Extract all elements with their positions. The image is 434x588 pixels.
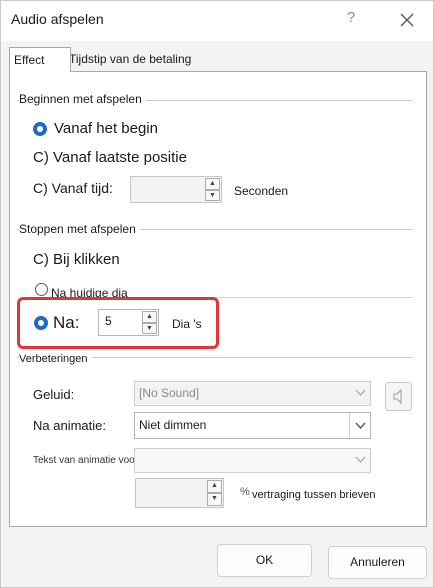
- letter-delay-down-button[interactable]: ▼: [207, 493, 222, 506]
- tab-effect[interactable]: Effect: [9, 47, 71, 72]
- letter-delay-suffix: vertraging tussen brieven: [252, 489, 376, 501]
- sound-volume-button[interactable]: [385, 382, 412, 411]
- option-from-time[interactable]: C) Vanaf tijd:: [33, 180, 113, 196]
- start-time-down-button[interactable]: ▼: [205, 189, 220, 201]
- animate-text-dropdown[interactable]: [134, 448, 371, 473]
- option-on-click[interactable]: C) Bij klikken: [33, 251, 120, 268]
- option-from-beginning-label: Vanaf het begin: [54, 120, 158, 137]
- percent-sign: %: [240, 486, 250, 498]
- sound-dropdown[interactable]: [No Sound]: [134, 381, 371, 406]
- cancel-button[interactable]: Annuleren: [328, 546, 427, 579]
- sound-label: Geluid:: [33, 387, 75, 402]
- tab-strip: Effect Tijdstip van de betaling: [9, 47, 425, 72]
- letter-delay-up-button[interactable]: ▲: [207, 480, 222, 493]
- help-button[interactable]: ?: [341, 9, 361, 31]
- after-animation-value: Niet dimmen: [139, 418, 207, 432]
- close-icon: [400, 13, 414, 27]
- speaker-icon: [393, 388, 402, 405]
- tab-timing[interactable]: Tijdstip van de betaling: [65, 47, 208, 70]
- after-animation-dropdown[interactable]: Niet dimmen: [134, 412, 371, 439]
- tab-timing-label: Tijdstip van de betaling: [69, 52, 192, 66]
- start-time-up-button[interactable]: ▲: [205, 178, 220, 190]
- ok-button[interactable]: OK: [217, 544, 312, 577]
- radio-from-beginning[interactable]: [33, 122, 47, 136]
- option-from-last-position[interactable]: C) Vanaf laatste positie: [33, 149, 187, 166]
- enhancements-group-label: Verbeteringen: [19, 353, 92, 365]
- chevron-down-icon: [355, 456, 366, 463]
- close-button[interactable]: [396, 9, 418, 31]
- dialog-title: Audio afspelen: [11, 11, 104, 27]
- seconds-label: Seconden: [234, 184, 289, 198]
- audio-playback-dialog: Audio afspelen ? Effect Tijdstip van de …: [0, 0, 434, 588]
- highlight-box: [17, 297, 219, 349]
- sound-dropdown-value: [No Sound]: [139, 386, 200, 400]
- letter-delay-stepper[interactable]: ▲ ▼: [135, 478, 224, 508]
- stop-group-label: Stoppen met afspelen: [19, 222, 140, 236]
- radio-after-current-slide[interactable]: [35, 283, 48, 296]
- title-bar: Audio afspelen ?: [1, 1, 433, 41]
- chevron-down-icon: [355, 422, 366, 429]
- start-time-stepper[interactable]: ▲ ▼: [130, 176, 222, 203]
- after-animation-label: Na animatie:: [33, 418, 106, 433]
- chevron-down-icon: [355, 389, 366, 396]
- start-group-label: Beginnen met afspelen: [19, 92, 146, 106]
- tab-effect-label: Effect: [14, 53, 45, 67]
